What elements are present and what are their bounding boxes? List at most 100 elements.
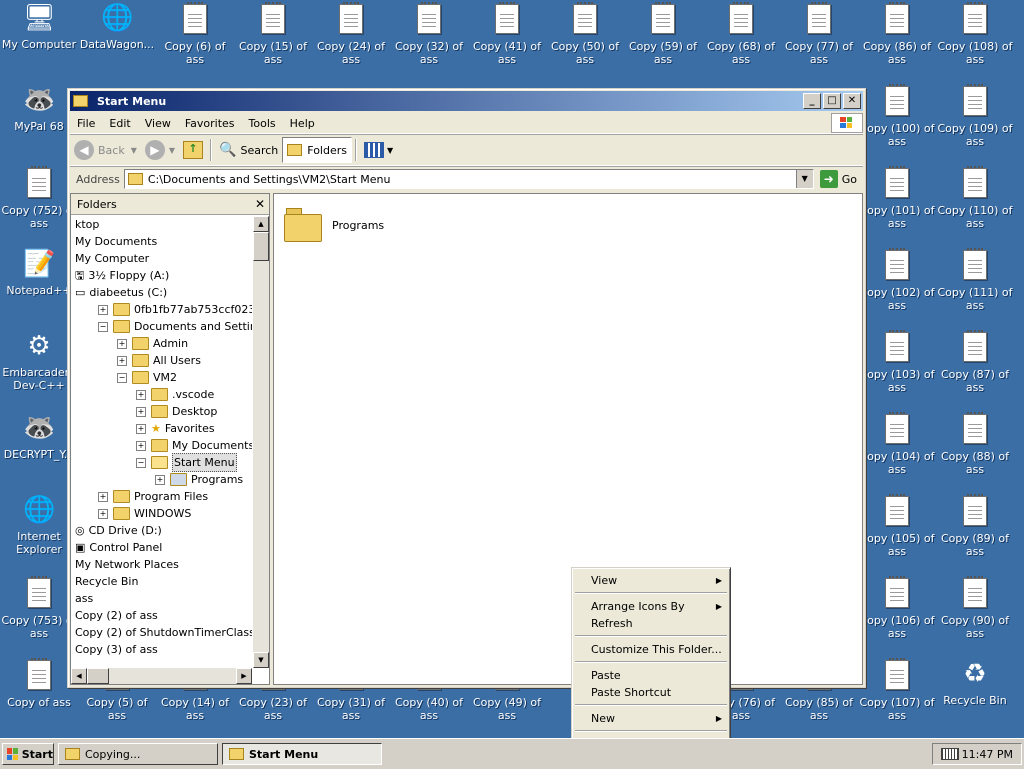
- scroll-up-button[interactable]: ▲: [253, 216, 269, 232]
- desktop-icon[interactable]: Copy (89) of ass: [936, 494, 1014, 558]
- desktop-icon[interactable]: Copy (6) of ass: [156, 2, 234, 66]
- desktop-icon[interactable]: Copy (59) of ass: [624, 2, 702, 66]
- desktop-icon[interactable]: Copy (109) of ass: [936, 84, 1014, 148]
- desktop-icon[interactable]: Copy (102) of ass: [858, 248, 936, 312]
- tree-expander[interactable]: +: [136, 440, 146, 451]
- tree-item[interactable]: + Admin: [117, 335, 188, 352]
- folders-button[interactable]: Folders: [282, 137, 352, 163]
- context-menu-item[interactable]: Paste: [574, 667, 728, 684]
- desktop-icon[interactable]: Copy (100) of ass: [858, 84, 936, 148]
- desktop-icon[interactable]: Copy (86) of ass: [858, 2, 936, 66]
- tree-item[interactable]: ▣ Control Panel: [75, 539, 162, 556]
- minimize-button[interactable]: _: [803, 93, 821, 109]
- tree-item[interactable]: + .vscode: [136, 386, 214, 403]
- desktop-icon[interactable]: Copy (103) of ass: [858, 330, 936, 394]
- tree-item[interactable]: Copy (2) of ass: [75, 607, 158, 624]
- scroll-right-button[interactable]: ▶: [236, 668, 252, 684]
- tree-item[interactable]: ◎ CD Drive (D:): [75, 522, 162, 539]
- desktop-icon[interactable]: Copy (106) of ass: [858, 576, 936, 640]
- address-dropdown-button[interactable]: ▼: [795, 170, 813, 188]
- close-button[interactable]: ✕: [843, 93, 861, 109]
- menu-help[interactable]: Help: [283, 117, 322, 130]
- tree-item[interactable]: ▭ diabeetus (C:): [75, 284, 167, 301]
- desktop-icon[interactable]: Copy (15) of ass: [234, 2, 312, 66]
- desktop-icon[interactable]: Copy (24) of ass: [312, 2, 390, 66]
- scroll-thumb[interactable]: [253, 232, 269, 261]
- tree-item[interactable]: My Computer: [75, 250, 149, 267]
- desktop-icon[interactable]: 🌐 DataWagon...: [78, 2, 156, 51]
- desktop-icon[interactable]: Copy (77) of ass: [780, 2, 858, 66]
- desktop-icon[interactable]: Copy (88) of ass: [936, 412, 1014, 476]
- context-menu-item[interactable]: Arrange Icons By ▶: [574, 598, 728, 615]
- vertical-scrollbar[interactable]: ▲ ▼: [253, 216, 269, 668]
- maximize-button[interactable]: □: [823, 93, 841, 109]
- desktop-icon[interactable]: Copy (105) of ass: [858, 494, 936, 558]
- desktop-icon[interactable]: Copy (41) of ass: [468, 2, 546, 66]
- tree-item[interactable]: ktop: [75, 216, 99, 233]
- menu-tools[interactable]: Tools: [242, 117, 283, 130]
- tree-expander[interactable]: −: [98, 321, 108, 332]
- scroll-down-button[interactable]: ▼: [253, 652, 269, 668]
- up-folder-button[interactable]: ↑: [179, 138, 207, 162]
- folder-contents[interactable]: Programs: [273, 193, 863, 685]
- desktop-icon[interactable]: Copy (90) of ass: [936, 576, 1014, 640]
- tree-expander[interactable]: +: [98, 508, 108, 519]
- desktop-icon[interactable]: Copy (50) of ass: [546, 2, 624, 66]
- tree-item[interactable]: + Program Files: [98, 488, 208, 505]
- tree-item[interactable]: + My Documents: [136, 437, 252, 454]
- title-bar[interactable]: Start Menu _ □ ✕: [70, 91, 863, 111]
- desktop-icon[interactable]: Copy (104) of ass: [858, 412, 936, 476]
- address-field[interactable]: C:\Documents and Settings\VM2\Start Menu…: [123, 169, 814, 189]
- go-button[interactable]: ➜ Go: [814, 170, 863, 188]
- tree-expander[interactable]: +: [117, 355, 127, 366]
- tree-expander[interactable]: +: [136, 406, 146, 417]
- tree-item[interactable]: + Programs: [155, 471, 243, 488]
- start-button[interactable]: Start: [2, 743, 54, 765]
- tree-expander[interactable]: +: [155, 474, 165, 485]
- desktop-icon[interactable]: Copy (68) of ass: [702, 2, 780, 66]
- tree-expander[interactable]: +: [98, 304, 108, 315]
- horizontal-scrollbar[interactable]: ◀ ▶: [71, 668, 252, 684]
- tree-item[interactable]: Copy (2) of ShutdownTimerClassic_v: [75, 624, 252, 641]
- menu-view[interactable]: View: [138, 117, 178, 130]
- menu-favorites[interactable]: Favorites: [178, 117, 242, 130]
- tree-item[interactable]: + All Users: [117, 352, 201, 369]
- forward-button[interactable]: ▶ ▼: [141, 138, 179, 162]
- tree-item[interactable]: + ★ Favorites: [136, 420, 215, 437]
- tree-item[interactable]: 🖫 3½ Floppy (A:): [75, 267, 169, 284]
- task-copying[interactable]: Copying...: [58, 743, 218, 765]
- tree-item[interactable]: − Documents and Settings: [98, 318, 252, 335]
- desktop-icon[interactable]: Copy (110) of ass: [936, 166, 1014, 230]
- tree-expander[interactable]: +: [136, 423, 146, 434]
- desktop-icon[interactable]: Copy (87) of ass: [936, 330, 1014, 394]
- tree-item[interactable]: ass: [75, 590, 93, 607]
- tree-item[interactable]: + Desktop: [136, 403, 217, 420]
- menu-file[interactable]: File: [70, 117, 102, 130]
- search-button[interactable]: 🔍 Search: [215, 138, 282, 162]
- context-menu-item[interactable]: Customize This Folder...: [574, 641, 728, 658]
- context-menu-item[interactable]: View ▶: [574, 572, 728, 589]
- scroll-left-button[interactable]: ◀: [71, 668, 87, 684]
- tree-item[interactable]: +0fb1fb77ab753ccf0238a6de1: [98, 301, 252, 318]
- tree-item[interactable]: Copy (3) of ass: [75, 641, 158, 658]
- views-button[interactable]: ▼: [360, 138, 397, 162]
- tree-expander[interactable]: −: [117, 372, 127, 383]
- tree-expander[interactable]: −: [136, 457, 146, 468]
- menu-edit[interactable]: Edit: [102, 117, 137, 130]
- content-item[interactable]: Programs: [274, 194, 474, 254]
- context-menu-item[interactable]: Refresh: [574, 615, 728, 632]
- desktop-icon[interactable]: Copy (108) of ass: [936, 2, 1014, 66]
- tree-item[interactable]: − Start Menu: [136, 453, 237, 472]
- tree-item[interactable]: − VM2: [117, 369, 177, 386]
- tree-item[interactable]: My Network Places: [75, 556, 179, 573]
- task-start-menu[interactable]: Start Menu: [222, 743, 382, 765]
- tree-item[interactable]: + WINDOWS: [98, 505, 191, 522]
- context-menu-item[interactable]: New ▶: [574, 710, 728, 727]
- desktop-icon[interactable]: ♻ Recycle Bin: [936, 658, 1014, 707]
- close-pane-button[interactable]: ✕: [255, 197, 265, 211]
- tree-expander[interactable]: +: [136, 389, 146, 400]
- desktop-icon[interactable]: Copy (107) of ass: [858, 658, 936, 722]
- context-menu-item[interactable]: Paste Shortcut: [574, 684, 728, 701]
- desktop-icon[interactable]: 🖥 My Computer: [0, 2, 78, 51]
- tree-item[interactable]: Recycle Bin: [75, 573, 138, 590]
